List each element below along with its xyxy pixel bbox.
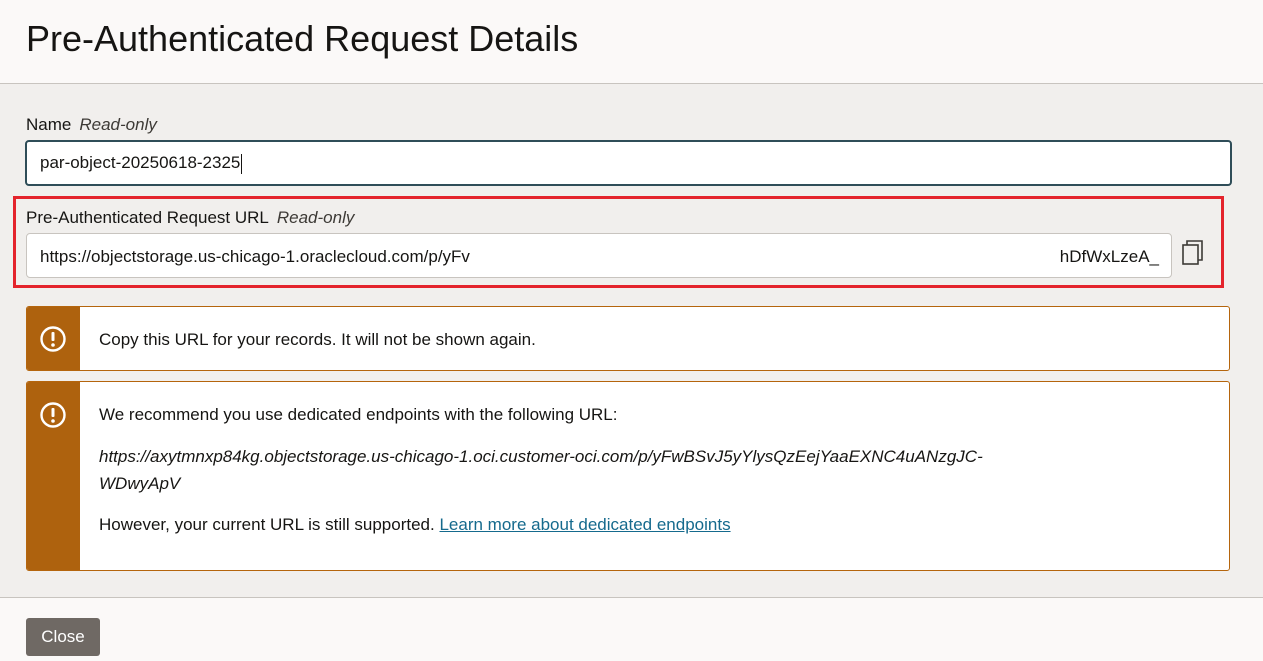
url-readonly-tag: Read-only [276,208,355,227]
name-label-row: Name Read-only [26,115,157,135]
text-caret [241,153,243,174]
dialog-footer: Close [0,597,1263,661]
endpoints-warning-banner: We recommend you use dedicated endpoints… [26,381,1230,571]
copy-icon [1182,240,1203,265]
warning-stripe [27,307,80,370]
current-url-supported-text: However, your current URL is still suppo… [99,515,435,534]
endpoints-recommend-text: We recommend you use dedicated endpoints… [99,405,618,424]
records-warning-text: Copy this URL for your records. It will … [99,330,536,349]
name-readonly-tag: Read-only [79,115,157,134]
exclamation-circle-icon [40,402,66,428]
dedicated-url-line1: https://axytmnxp84kg.objectstorage.us-ch… [99,447,983,466]
learn-more-link[interactable]: Learn more about dedicated endpoints [439,515,730,534]
exclamation-circle-icon [40,326,66,352]
dialog-title: Pre-Authenticated Request Details [26,18,579,59]
name-label: Name [26,115,72,134]
url-label: Pre-Authenticated Request URL [26,208,269,227]
par-url-input[interactable]: https://objectstorage.us-chicago-1.oracl… [26,233,1172,278]
name-value: par-object-20250618-2325 [40,153,241,172]
par-url-value-end: hDfWxLzeA_ [1059,247,1159,266]
par-url-value-start: https://objectstorage.us-chicago-1.oracl… [40,247,470,266]
warning-stripe [27,382,80,570]
support-text-row: However, your current URL is still suppo… [99,515,731,535]
records-warning-banner: Copy this URL for your records. It will … [26,306,1230,371]
copy-url-button[interactable] [1178,236,1208,270]
dialog-header: Pre-Authenticated Request Details [0,0,1263,84]
name-input[interactable]: par-object-20250618-2325 [25,140,1232,186]
url-label-row: Pre-Authenticated Request URL Read-only [26,208,354,228]
redaction-mask [184,474,1119,496]
dedicated-url-line2: WDwyApV [99,474,181,493]
close-button[interactable]: Close [26,618,100,656]
